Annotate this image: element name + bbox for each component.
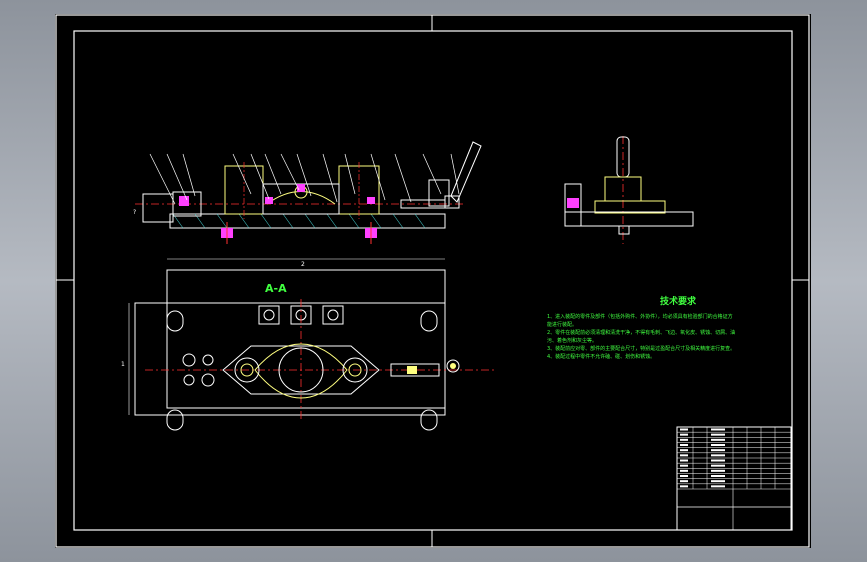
title-block [676, 426, 792, 531]
width-dimension: 2 [301, 261, 305, 268]
tech-line-2: 能进行装配。 [547, 321, 577, 328]
side-view [564, 136, 694, 244]
top-view: 2 A-A 1 [121, 258, 495, 431]
drawing-sheet[interactable]: ? 2 A-A 1 技术要求 1、进入装配的零件及部件（包括外购件、外协件），均… [55, 14, 811, 548]
outer-frame [55, 14, 810, 548]
drawing-canvas: ? 2 A-A 1 技术要求 1、进入装配的零件及部件（包括外购件、外协件），均… [55, 14, 810, 548]
tech-line-1: 1、进入装配的零件及部件（包括外购件、外协件），均必须具有检验部门的合格证方 [547, 313, 733, 320]
front-section-view: ? [133, 141, 482, 244]
tech-requirements: 技术要求 1、进入装配的零件及部件（包括外购件、外协件），均必须具有检验部门的合… [547, 295, 735, 360]
tech-line-3: 2、零件在装配前必须清理和清洗干净，不得有毛刺、飞边、氧化皮、锈蚀、切屑、油 [547, 329, 735, 336]
side-label: ? [133, 209, 136, 216]
tech-line-5: 3、装配前应对零、部件的主要配合尺寸，特别是过盈配合尺寸及相关精度进行复查。 [547, 345, 735, 352]
tech-line-6: 4、装配过程中零件不允许磕、碰、划伤和锈蚀。 [547, 353, 655, 360]
section-label: A-A [265, 282, 287, 295]
cad-viewport: ? 2 A-A 1 技术要求 1、进入装配的零件及部件（包括外购件、外协件），均… [0, 0, 867, 562]
height-dimension: 1 [121, 361, 125, 368]
tech-requirements-title: 技术要求 [660, 295, 697, 307]
tech-line-4: 污、着色剂和灰尘等。 [547, 337, 597, 344]
